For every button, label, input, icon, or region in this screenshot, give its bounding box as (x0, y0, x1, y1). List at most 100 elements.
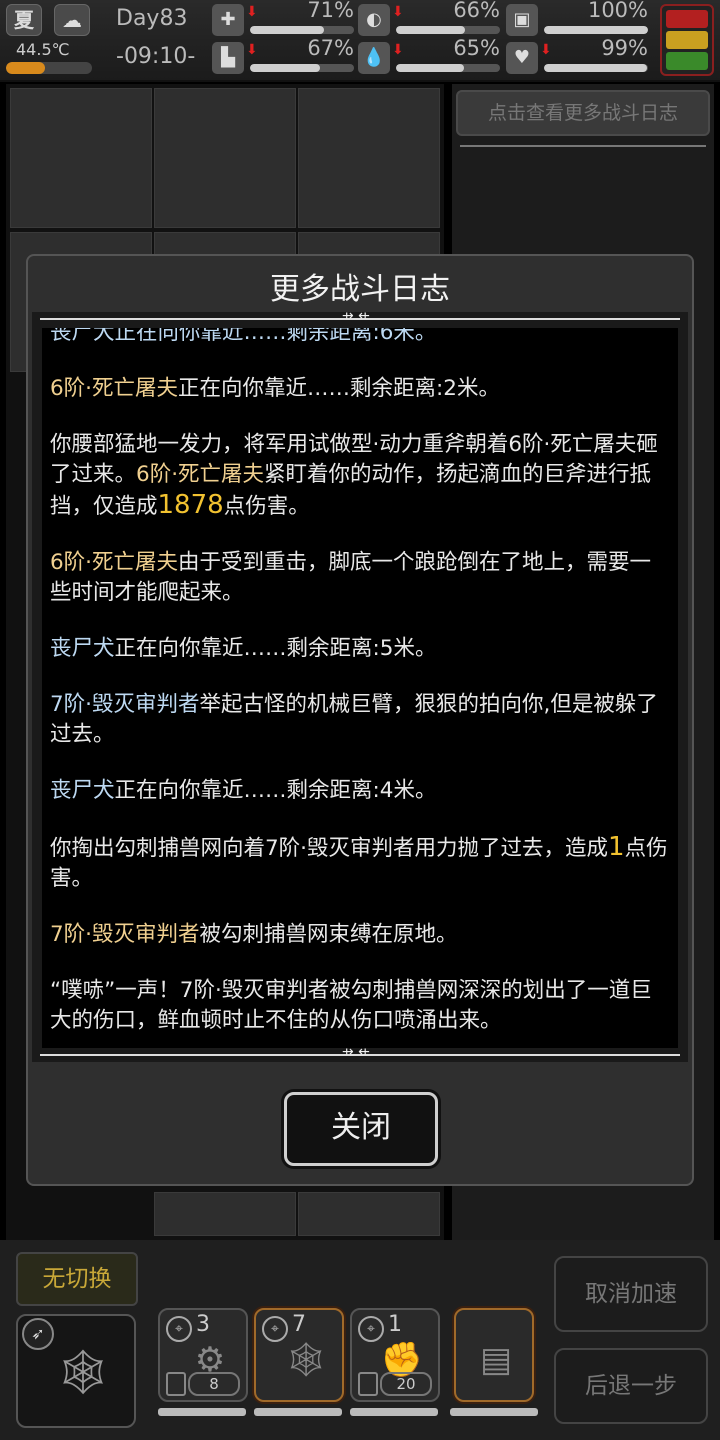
map-tile (154, 1192, 296, 1236)
log-text: 丧尸犬正在向你靠近……剩余距离:6米。 (50, 328, 437, 345)
stomach-icon: ◐ (358, 4, 390, 36)
stat-value: 71% (307, 0, 354, 22)
log-entry: 7阶·毁灭审判者被勾刺捕兽网束缚在原地。 (50, 920, 672, 950)
stat-fill (396, 64, 464, 72)
cancel-speedup-button[interactable]: 取消加速 (554, 1256, 708, 1332)
map-tile (10, 88, 152, 228)
log-entry: 丧尸犬正在向你靠近……剩余距离:6米。 (50, 328, 672, 348)
log-text: 被勾刺捕兽网束缚在原地。 (199, 922, 458, 947)
armor-vest-icon: ▤ (479, 1340, 513, 1380)
map-tile (154, 88, 296, 228)
weapon-slot-1[interactable]: ⌖ 3 ⚙ 8 (158, 1308, 248, 1402)
temperature-fill (6, 62, 45, 74)
battle-log-list[interactable]: 丧尸犬正在向你靠近……剩余距离:6米。 6阶·死亡屠夫正在向你靠近……剩余距离:2… (42, 328, 678, 1048)
stat-fill (544, 26, 648, 34)
stat-bar (250, 64, 354, 72)
ammo-count: 8 (188, 1372, 240, 1396)
season-badge: 夏 (6, 4, 42, 36)
stat-stamina: ▣ 100% (506, 0, 652, 38)
day-counter: Day83 (116, 6, 188, 31)
log-text: 正在向你靠近……剩余距离:2米。 (178, 376, 500, 401)
slot-durability-bar (158, 1408, 246, 1416)
cloud-icon: ☁ (54, 4, 90, 36)
log-entry: 7阶·毁灭审判者举起古怪的机械巨臂，狠狠的拍向你,但是被躲了过去。 (50, 690, 672, 750)
log-entry: 你腰部猛地一发力，将军用试做型·动力重斧朝着6阶·死亡屠夫砸了过来。6阶·死亡屠… (50, 430, 672, 522)
stat-thirst: 💧 ⬇ 65% (358, 36, 504, 76)
stat-bar (544, 26, 648, 34)
stat-bar (544, 64, 648, 72)
log-entry: 6阶·死亡屠夫由于受到重击，脚底一个踉跄倒在了地上，需要一些时间才能爬起来。 (50, 548, 672, 608)
stat-fill (396, 26, 465, 34)
log-text: 丧尸犬 (50, 778, 115, 803)
log-entry: “噗哧”一声！7阶·毁灭审判者被勾刺捕兽网深深的划出了一道巨大的伤口，鲜血顿时止… (50, 976, 672, 1036)
log-frame: 丧尸犬正在向你靠近……剩余距离:6米。6阶·死亡屠夫正在向你靠近……剩余距离:2… (32, 308, 688, 1062)
danger-level-red (666, 10, 708, 28)
log-text: 6阶·死亡屠夫 (50, 550, 179, 575)
falling-arrow-icon: ⬇ (392, 4, 404, 20)
weapon-switch-button[interactable]: 无切换 (16, 1252, 138, 1306)
falling-arrow-icon: ⬇ (246, 4, 258, 20)
stat-value: 99% (601, 36, 648, 60)
step-back-button[interactable]: 后退一步 (554, 1348, 708, 1424)
battle-log-dialog: 更多战斗日志 丧尸犬正在向你靠近……剩余距离:6米。6阶·死亡屠夫正在向你靠近…… (26, 254, 694, 1186)
danger-level-yellow (666, 31, 708, 49)
medkit-icon: ✚ (212, 4, 244, 36)
map-tile (298, 1192, 440, 1236)
stat-bar (396, 26, 500, 34)
log-text: 点伤害。 (223, 494, 310, 519)
boot-icon: ▙ (212, 42, 244, 74)
stamina-icon: ▣ (506, 4, 538, 36)
main-weapon-slot[interactable]: ➶ 🕸 (16, 1314, 136, 1428)
log-text: 7阶·毁灭审判者 (50, 692, 200, 717)
falling-arrow-icon: ⬇ (540, 42, 552, 58)
stat-fatigue: ▙ ⬇ 67% (212, 36, 358, 76)
log-text: 丧尸犬 (50, 636, 115, 661)
log-text: 正在向你靠近……剩余距离:5米。 (114, 636, 437, 661)
armor-slot[interactable]: ▤ (454, 1308, 534, 1402)
falling-arrow-icon: ⬇ (246, 42, 258, 58)
log-text: 你掏出勾刺捕兽网向着7阶·毁灭审判者用力抛了过去，造成 (50, 836, 609, 861)
stat-fill (250, 64, 320, 72)
divider (460, 145, 706, 147)
heart-icon: ♥ (506, 42, 538, 74)
battle-log-content: 丧尸犬正在向你靠近……剩余距离:6米。 6阶·死亡屠夫正在向你靠近……剩余距离:2… (50, 328, 672, 1048)
slot-durability-bar (254, 1408, 342, 1416)
log-text: 正在向你靠近……剩余距离:4米。 (114, 778, 437, 803)
log-text: 6阶·死亡屠夫 (136, 462, 265, 487)
stat-value: 100% (587, 0, 648, 22)
ornament-divider (40, 308, 680, 324)
status-bar: 夏 ☁ 44.5℃ Day83 -09:10- ✚ ⬇ 71% ◐ ⬇ 66% … (0, 0, 720, 82)
log-text: 7阶·毁灭审判者 (50, 922, 200, 947)
danger-level-green (666, 52, 708, 70)
temperature-bar (6, 62, 92, 74)
ammo-icon (358, 1372, 378, 1396)
map-tile (298, 88, 440, 228)
ornament-divider (40, 1044, 680, 1060)
log-text: 6阶·死亡屠夫 (50, 376, 179, 401)
ammo-count: 20 (380, 1372, 432, 1396)
log-entry: 6阶·死亡屠夫正在向你靠近……剩余距离:2米。 (50, 374, 672, 404)
stat-mood: ♥ ⬇ 99% (506, 36, 652, 76)
slot-durability-bar (350, 1408, 438, 1416)
net-icon: 🕸 (284, 1340, 328, 1380)
log-entry: 你掏出勾刺捕兽网向着7阶·毁灭审判者用力抛了过去，造成1点伤害。 (50, 832, 672, 894)
stat-fill (250, 26, 324, 34)
close-button[interactable]: 关闭 (284, 1092, 438, 1166)
clock-time: -09:10- (116, 44, 196, 69)
stat-value: 67% (307, 36, 354, 60)
dialog-title: 更多战斗日志 (270, 272, 450, 307)
danger-indicator[interactable] (660, 4, 714, 76)
weapon-slot-3[interactable]: ⌖ 1 ✊ 20 (350, 1308, 440, 1402)
log-entry: 丧尸犬正在向你靠近……剩余距离:5米。 (50, 634, 672, 664)
falling-arrow-icon: ⬇ (392, 42, 404, 58)
weapon-slot-2[interactable]: ⌖ 7 🕸 (254, 1308, 344, 1402)
water-drop-icon: 💧 (358, 42, 390, 74)
stat-bar (396, 64, 500, 72)
temperature-text: 44.5℃ (16, 40, 70, 59)
stat-value: 66% (453, 0, 500, 22)
more-battle-log-button[interactable]: 点击查看更多战斗日志 (456, 90, 710, 136)
damage-value: 1878 (157, 490, 224, 520)
log-text: “噗哧”一声！7阶·毁灭审判者被勾刺捕兽网深深的划出了一道巨大的伤口，鲜血顿时止… (50, 978, 652, 1033)
net-icon: 🕸 (55, 1347, 111, 1398)
ammo-icon (166, 1372, 186, 1396)
